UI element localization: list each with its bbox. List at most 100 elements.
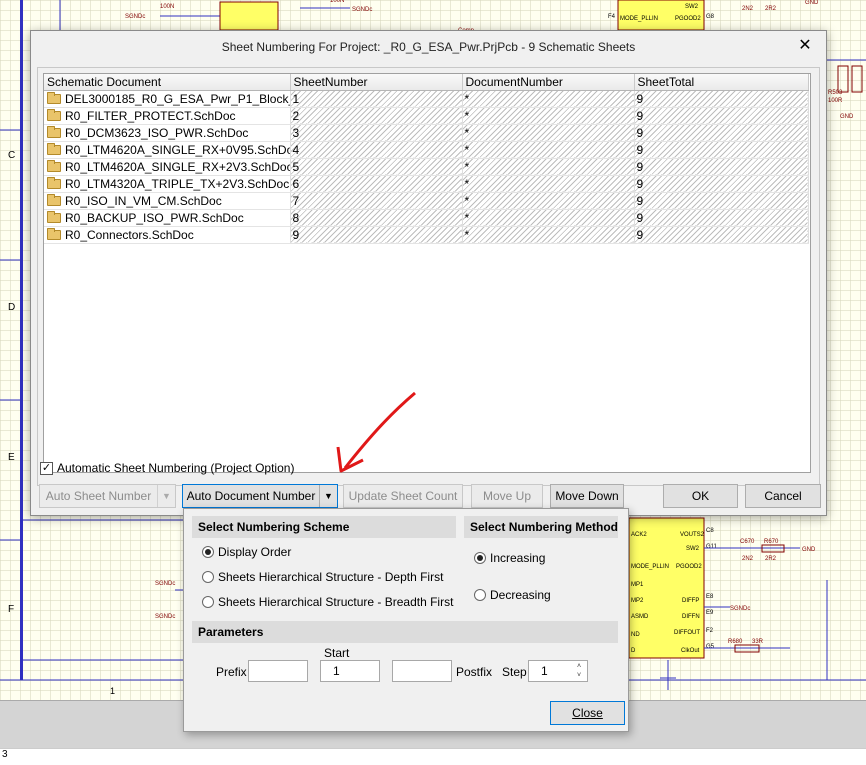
sheet-number-cell[interactable]: 8	[290, 209, 463, 227]
document-number-cell[interactable]: *	[462, 175, 635, 193]
net-label: GND	[802, 547, 816, 553]
sheet-number-cell[interactable]: 5	[290, 158, 463, 176]
sheet-total-cell[interactable]: 9	[634, 158, 809, 176]
chip-pin: MODE_PLLIN	[620, 16, 658, 22]
zone-number: 1	[110, 686, 115, 696]
column-header-document[interactable]: Schematic Document	[44, 74, 291, 91]
table-row[interactable]: DEL3000185_R0_G_ESA_Pwr_P1_Block_Diagram…	[44, 90, 809, 108]
sheet-total-cell[interactable]: 9	[634, 226, 809, 244]
table-row[interactable]: R0_LTM4620A_SINGLE_RX+0V95.SchDoc 4 * 9	[44, 141, 809, 159]
document-number-cell[interactable]: *	[462, 141, 635, 159]
radio-button-selected[interactable]	[202, 546, 214, 558]
cancel-button[interactable]: Cancel	[745, 484, 821, 508]
table-row[interactable]: R0_LTM4320A_TRIPLE_TX+2V3.SchDoc 6 * 9	[44, 175, 809, 193]
scheme-depth-first[interactable]: Sheets Hierarchical Structure - Depth Fi…	[202, 570, 443, 584]
radio-button[interactable]	[202, 571, 214, 583]
document-cell[interactable]: R0_DCM3623_ISO_PWR.SchDoc	[44, 124, 291, 142]
column-header-documentnumber[interactable]: DocumentNumber	[462, 74, 635, 91]
sheet-total-cell[interactable]: 9	[634, 124, 809, 142]
step-stepper[interactable]: 1 ˄ ˅	[528, 660, 588, 682]
sheet-total-cell[interactable]: 9	[634, 90, 809, 108]
document-cell[interactable]: DEL3000185_R0_G_ESA_Pwr_P1_Block_Diagram	[44, 90, 291, 108]
net-label: GND	[805, 0, 819, 6]
empty-row	[44, 243, 808, 260]
auto-sheet-numbering-option[interactable]: ✓ Automatic Sheet Numbering (Project Opt…	[40, 460, 294, 476]
table-row[interactable]: R0_DCM3623_ISO_PWR.SchDoc 3 * 9	[44, 124, 809, 142]
table-row[interactable]: R0_ISO_IN_VM_CM.SchDoc 7 * 9	[44, 192, 809, 210]
close-button[interactable]: Close	[550, 701, 625, 725]
document-name: R0_LTM4620A_SINGLE_RX+2V3.SchDoc	[65, 159, 290, 174]
empty-row	[44, 311, 808, 328]
sheet-number-cell[interactable]: 9	[290, 226, 463, 244]
chevron-down-icon[interactable]: ▼	[157, 485, 175, 507]
schematic-doc-icon	[47, 210, 61, 223]
auto-sheet-number-button[interactable]: Auto Sheet Number ▼	[39, 484, 176, 508]
empty-row	[44, 413, 808, 430]
radio-button[interactable]	[474, 589, 486, 601]
chevron-up-icon[interactable]: ˄	[573, 662, 585, 671]
document-number-cell[interactable]: *	[462, 226, 635, 244]
start-input[interactable]: 1	[320, 660, 380, 682]
document-number-cell[interactable]: *	[462, 192, 635, 210]
document-number-cell[interactable]: *	[462, 209, 635, 227]
auto-document-number-button[interactable]: Auto Document Number ▼	[182, 484, 338, 508]
sheet-number-cell[interactable]: 1	[290, 90, 463, 108]
prefix-label: Prefix	[216, 665, 247, 679]
update-sheet-count-button[interactable]: Update Sheet Count	[343, 484, 463, 508]
chip-pin: ND	[631, 632, 640, 638]
zone-letter: F	[8, 604, 14, 615]
chevron-down-icon[interactable]: ▼	[319, 485, 337, 507]
table-row[interactable]: R0_LTM4620A_SINGLE_RX+2V3.SchDoc 5 * 9	[44, 158, 809, 176]
postfix-input[interactable]	[392, 660, 452, 682]
column-header-sheettotal[interactable]: SheetTotal	[634, 74, 809, 91]
scheme-label: Display Order	[218, 545, 292, 559]
sheet-number-cell[interactable]: 6	[290, 175, 463, 193]
document-number-cell[interactable]: *	[462, 124, 635, 142]
move-up-button[interactable]: Move Up	[471, 484, 543, 508]
scheme-display-order[interactable]: Display Order	[202, 545, 291, 559]
sheet-number-cell[interactable]: 4	[290, 141, 463, 159]
auto-sheet-numbering-checkbox[interactable]: ✓	[40, 461, 53, 475]
documents-grid[interactable]: Schematic Document SheetNumber DocumentN…	[43, 73, 811, 473]
sheet-total-cell[interactable]: 9	[634, 107, 809, 125]
step-value: 1	[541, 664, 548, 678]
table-row[interactable]: R0_Connectors.SchDoc 9 * 9	[44, 226, 809, 244]
document-cell[interactable]: R0_ISO_IN_VM_CM.SchDoc	[44, 192, 291, 210]
document-cell[interactable]: R0_LTM4320A_TRIPLE_TX+2V3.SchDoc	[44, 175, 291, 193]
table-row[interactable]: R0_BACKUP_ISO_PWR.SchDoc 8 * 9	[44, 209, 809, 227]
sheet-numbering-dialog: Sheet Numbering For Project: _R0_G_ESA_P…	[30, 30, 827, 516]
sheet-number-cell[interactable]: 7	[290, 192, 463, 210]
schematic-doc-icon	[47, 91, 61, 104]
document-cell[interactable]: R0_LTM4620A_SINGLE_RX+2V3.SchDoc	[44, 158, 291, 176]
sheet-total-cell[interactable]: 9	[634, 209, 809, 227]
sheet-total-cell[interactable]: 9	[634, 175, 809, 193]
document-cell[interactable]: R0_Connectors.SchDoc	[44, 226, 291, 244]
document-number-cell[interactable]: *	[462, 107, 635, 125]
sheet-total-cell[interactable]: 9	[634, 192, 809, 210]
radio-button[interactable]	[202, 596, 214, 608]
prefix-input[interactable]	[248, 660, 308, 682]
sheet-number-cell[interactable]: 2	[290, 107, 463, 125]
method-decreasing[interactable]: Decreasing	[474, 588, 551, 602]
document-cell[interactable]: R0_FILTER_PROTECT.SchDoc	[44, 107, 291, 125]
stepper-arrows[interactable]: ˄ ˅	[573, 662, 585, 680]
table-header-row: Schematic Document SheetNumber DocumentN…	[44, 74, 809, 91]
column-header-sheetnumber[interactable]: SheetNumber	[290, 74, 463, 91]
radio-button-selected[interactable]	[474, 552, 486, 564]
document-number-cell[interactable]: *	[462, 158, 635, 176]
method-increasing[interactable]: Increasing	[474, 551, 545, 565]
move-down-button[interactable]: Move Down	[550, 484, 624, 508]
table-row[interactable]: R0_FILTER_PROTECT.SchDoc 2 * 9	[44, 107, 809, 125]
document-cell[interactable]: R0_LTM4620A_SINGLE_RX+0V95.SchDoc	[44, 141, 291, 159]
chip-pin: PGOOD2	[676, 564, 702, 570]
sheet-total-cell[interactable]: 9	[634, 141, 809, 159]
chevron-down-icon[interactable]: ˅	[573, 671, 585, 680]
part-label: C670	[740, 539, 755, 545]
document-number-cell[interactable]: *	[462, 90, 635, 108]
start-label: Start	[324, 646, 350, 660]
sheet-number-cell[interactable]: 3	[290, 124, 463, 142]
ok-button[interactable]: OK	[663, 484, 738, 508]
scheme-breadth-first[interactable]: Sheets Hierarchical Structure - Breadth …	[202, 595, 453, 609]
close-icon[interactable]: ✕	[796, 37, 814, 55]
document-cell[interactable]: R0_BACKUP_ISO_PWR.SchDoc	[44, 209, 291, 227]
